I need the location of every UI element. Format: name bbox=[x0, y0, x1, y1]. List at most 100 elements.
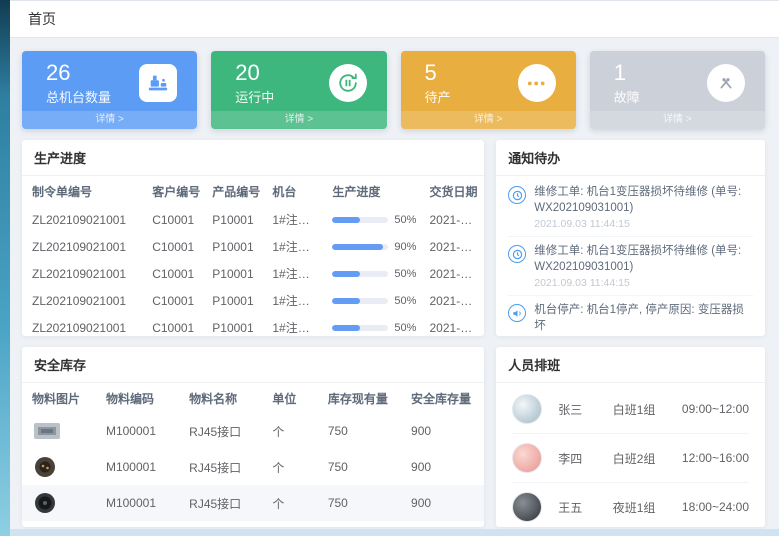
app-frame-bottom-edge bbox=[10, 529, 779, 536]
order-no-cell: ZL202109021001 bbox=[22, 206, 142, 233]
delivery-date-cell: 2021-09-10 bbox=[420, 260, 485, 287]
detail-link[interactable]: 详情 > bbox=[401, 111, 576, 129]
running-icon bbox=[329, 64, 367, 102]
material-image-cell bbox=[22, 413, 96, 449]
table-row: M100001 RJ45接口 个 750 900 bbox=[22, 485, 484, 521]
stat-value: 26 bbox=[46, 60, 111, 85]
unit-cell: 个 bbox=[262, 413, 317, 449]
progress-track bbox=[332, 325, 388, 331]
column-header: 物料图片 bbox=[22, 383, 96, 413]
progress-label: 50% bbox=[394, 214, 416, 226]
customer-no-cell: C10001 bbox=[142, 206, 202, 233]
stat-card-total-machines[interactable]: 26 总机台数量 详情 > bbox=[22, 51, 197, 129]
column-header: 机台 bbox=[262, 176, 322, 206]
detail-link[interactable]: 详情 > bbox=[211, 111, 386, 129]
detail-link[interactable]: 详情 > bbox=[590, 111, 765, 129]
unit-cell: 个 bbox=[262, 485, 317, 521]
machine-cell: 1#注塑机 bbox=[262, 206, 322, 233]
todo-body: 机台停产: 机台1停产, 停产原因: 变压器损坏 2021.09.03 11:4… bbox=[534, 303, 753, 336]
todo-body: 维修工单: 机台1变压器损坏待维修 (单号: WX202109031001) 2… bbox=[534, 185, 753, 230]
progress-bar: 50% bbox=[332, 322, 413, 334]
shift-label: 白班1组 bbox=[613, 401, 666, 418]
todo-time: 2021.09.03 11:44:15 bbox=[534, 277, 753, 289]
product-no-cell: P10001 bbox=[202, 314, 262, 336]
clock-icon bbox=[508, 186, 526, 204]
progress-bar: 90% bbox=[332, 241, 413, 253]
clock-icon bbox=[508, 245, 526, 263]
column-header: 单位 bbox=[262, 383, 317, 413]
table-header-row: 物料图片 物料编码 物料名称 单位 库存现有量 安全库存量 bbox=[22, 383, 484, 413]
staff-name: 张三 bbox=[558, 401, 596, 418]
safety-stock-cell: 900 bbox=[401, 485, 484, 521]
todo-list: 维修工单: 机台1变压器损坏待维修 (单号: WX202109031001) 2… bbox=[496, 176, 765, 336]
stat-label: 待产 bbox=[425, 87, 451, 106]
stat-label: 故障 bbox=[614, 87, 640, 106]
stat-card-info: 20 运行中 bbox=[235, 60, 274, 106]
customer-no-cell: C10001 bbox=[142, 260, 202, 287]
customer-no-cell: C10001 bbox=[142, 287, 202, 314]
stat-card-running[interactable]: 20 运行中 详情 > bbox=[211, 51, 386, 129]
todo-item[interactable]: 机台停产: 机台1停产, 停产原因: 变压器损坏 2021.09.03 11:4… bbox=[508, 296, 753, 336]
stat-card-info: 1 故障 bbox=[614, 60, 640, 106]
dashboard-content: 26 总机台数量 详情 > bbox=[10, 38, 779, 529]
order-no-cell: ZL202109021001 bbox=[22, 233, 142, 260]
panel-title: 生产进度 bbox=[22, 140, 484, 176]
unit-cell: 个 bbox=[262, 449, 317, 485]
column-header: 产品编号 bbox=[202, 176, 262, 206]
table-row: ZL202109021001 C10001 P10001 1#注塑机 90% 2… bbox=[22, 233, 484, 260]
column-header: 生产进度 bbox=[322, 176, 419, 206]
progress-fill bbox=[332, 217, 360, 223]
tab-bar: 首页 bbox=[10, 0, 779, 38]
speaker-icon bbox=[508, 304, 526, 322]
todo-panel: 通知待办 维修工单: 机台1变压器损坏待维修 (单号: WX2021090310… bbox=[496, 140, 765, 336]
tab-home[interactable]: 首页 bbox=[28, 9, 56, 29]
stat-label: 总机台数量 bbox=[46, 87, 111, 106]
progress-label: 50% bbox=[394, 295, 416, 307]
column-header: 物料名称 bbox=[179, 383, 262, 413]
material-code-cell: M100001 bbox=[96, 449, 179, 485]
order-no-cell: ZL202109021001 bbox=[22, 260, 142, 287]
safety-stock-panel: 安全库存 物料图片 物料编码 物料名称 单位 库存现有量 安全库存量 bbox=[22, 347, 484, 527]
product-no-cell: P10001 bbox=[202, 233, 262, 260]
avatar bbox=[512, 443, 542, 473]
stock-cell: 750 bbox=[318, 485, 401, 521]
ellipsis-icon: ●●● bbox=[518, 64, 556, 102]
customer-no-cell: C10001 bbox=[142, 314, 202, 336]
staff-name: 王五 bbox=[558, 499, 596, 516]
todo-item[interactable]: 维修工单: 机台1变压器损坏待维修 (单号: WX202109031001) 2… bbox=[508, 178, 753, 237]
column-header: 客户编号 bbox=[142, 176, 202, 206]
stat-value: 1 bbox=[614, 60, 640, 85]
shift-time: 12:00~16:00 bbox=[682, 451, 749, 465]
shift-label: 白班2组 bbox=[613, 450, 666, 467]
detail-link[interactable]: 详情 > bbox=[22, 111, 197, 129]
production-table: 制令单编号 客户编号 产品编号 机台 生产进度 交货日期 ZL202109021… bbox=[22, 176, 484, 336]
todo-text: 维修工单: 机台1变压器损坏待维修 (单号: WX202109031001) bbox=[534, 244, 753, 275]
middle-row: 生产进度 制令单编号 客户编号 产品编号 机台 生产进度 交货日期 bbox=[22, 140, 765, 336]
progress-fill bbox=[332, 244, 382, 250]
avatar bbox=[512, 394, 542, 424]
material-name-cell: RJ45接口 bbox=[179, 485, 262, 521]
table-row: M100001 RJ45接口 个 750 900 bbox=[22, 449, 484, 485]
product-no-cell: P10001 bbox=[202, 287, 262, 314]
stat-card-fault[interactable]: 1 故障 详情 > bbox=[590, 51, 765, 129]
todo-item[interactable]: 维修工单: 机台1变压器损坏待维修 (单号: WX202109031001) 2… bbox=[508, 237, 753, 296]
staff-name: 李四 bbox=[558, 450, 596, 467]
progress-fill bbox=[332, 298, 360, 304]
machine-cell: 1#注塑机 bbox=[262, 233, 322, 260]
product-no-cell: P10001 bbox=[202, 260, 262, 287]
panel-title: 人员排班 bbox=[496, 347, 765, 383]
progress-label: 50% bbox=[394, 322, 416, 334]
progress-fill bbox=[332, 271, 360, 277]
stock-cell: 750 bbox=[318, 413, 401, 449]
progress-track bbox=[332, 271, 388, 277]
delivery-date-cell: 2021-09-10 bbox=[420, 233, 485, 260]
column-header: 制令单编号 bbox=[22, 176, 142, 206]
stat-card-body: 20 运行中 bbox=[211, 51, 386, 106]
progress-track bbox=[332, 217, 388, 223]
material-name-cell: RJ45接口 bbox=[179, 449, 262, 485]
material-image-cell bbox=[22, 485, 96, 521]
progress-bar: 50% bbox=[332, 214, 413, 226]
dashboard-page: 首页 26 总机台数量 bbox=[10, 0, 779, 529]
stat-card-pending[interactable]: 5 待产 ●●● 详情 > bbox=[401, 51, 576, 129]
column-header: 库存现有量 bbox=[318, 383, 401, 413]
